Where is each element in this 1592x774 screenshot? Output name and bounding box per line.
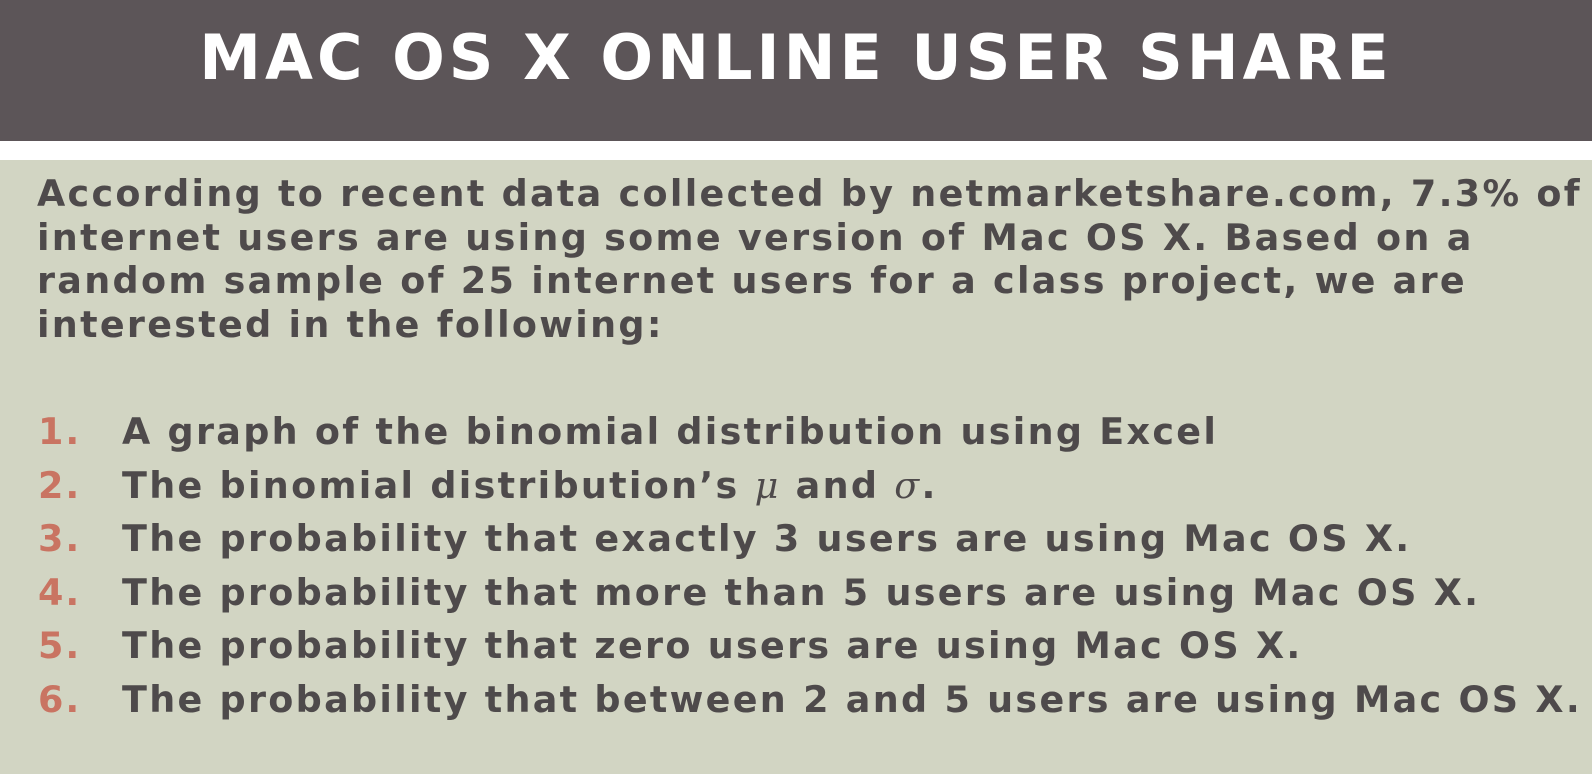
slide-title: MAC OS X ONLINE USER SHARE <box>199 21 1393 94</box>
list-item-number: 4. <box>38 570 82 614</box>
list-item-text: A graph of the binomial distribution usi… <box>122 410 1219 453</box>
list-item: 1. A graph of the binomial distribution … <box>0 405 1592 459</box>
list-item-text: The probability that more than 5 users a… <box>122 570 1481 614</box>
list-item-number: 5. <box>38 624 82 667</box>
sigma-symbol: σ <box>894 463 922 507</box>
list-item-number: 3. <box>38 517 82 560</box>
list-item-text-part: and <box>780 463 895 507</box>
question-list: 1. A graph of the binomial distribution … <box>0 405 1592 726</box>
mu-symbol: μ <box>754 463 781 507</box>
list-item: 4. The probability that more than 5 user… <box>0 566 1592 620</box>
list-item-number: 2. <box>38 463 82 507</box>
list-item-number: 6. <box>38 677 82 721</box>
list-item: 3. The probability that exactly 3 users … <box>0 512 1592 566</box>
list-item-text-part: The binomial distribution’s <box>122 463 755 507</box>
list-item: 5. The probability that zero users are u… <box>0 619 1592 673</box>
intro-paragraph: According to recent data collected by ne… <box>37 172 1582 346</box>
list-item-number: 1. <box>38 410 82 453</box>
slide: MAC OS X ONLINE USER SHARE According to … <box>0 0 1592 774</box>
list-item-text: The binomial distribution’s μ and σ. <box>122 459 938 513</box>
list-item-text: The probability that exactly 3 users are… <box>122 517 1412 560</box>
list-item: 6. The probability that between 2 and 5 … <box>0 673 1592 727</box>
list-item-text-part: . <box>921 463 938 507</box>
list-item-text: The probability that between 2 and 5 use… <box>122 677 1583 721</box>
list-item-text: The probability that zero users are usin… <box>122 624 1303 667</box>
list-item: 2. The binomial distribution’s μ and σ. <box>0 459 1592 513</box>
